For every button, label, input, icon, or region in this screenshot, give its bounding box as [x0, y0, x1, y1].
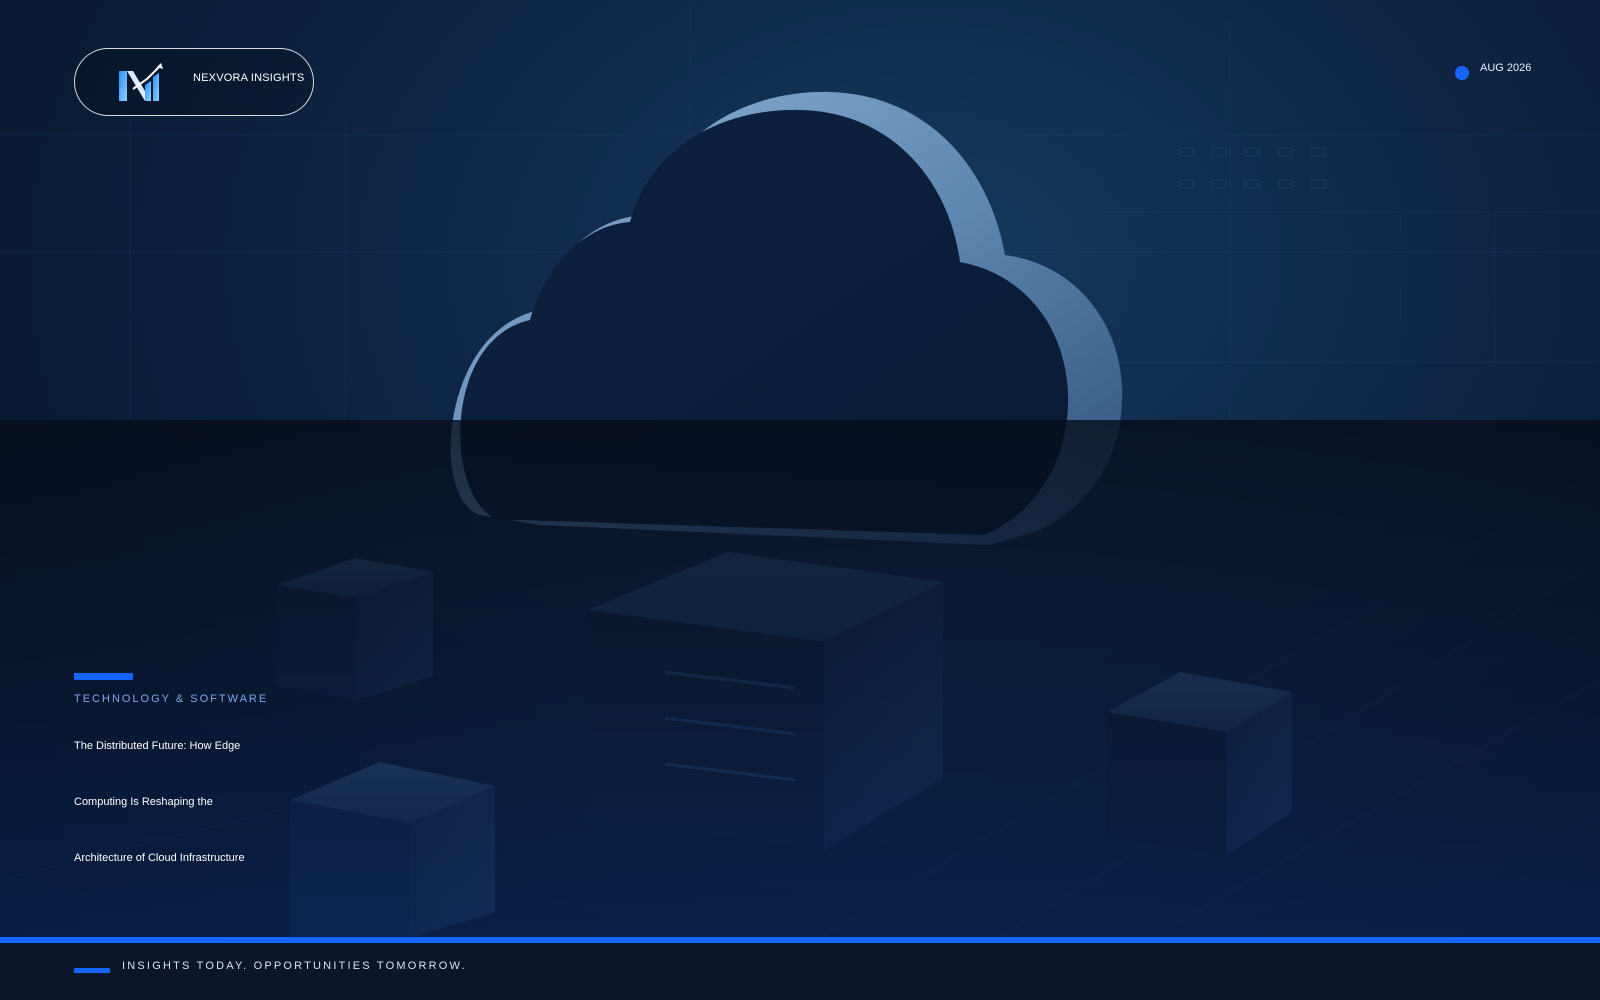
date-dot-icon [1455, 66, 1469, 80]
category-accent-bar [74, 673, 133, 680]
brand-name: NEXVORA INSIGHTS [193, 72, 305, 84]
footer-tagline: INSIGHTS TODAY. OPPORTUNITIES TOMORROW. [122, 960, 467, 972]
article-category: TECHNOLOGY & SOFTWARE [74, 693, 269, 705]
date-label: AUG 2026 [1480, 62, 1532, 74]
headline-line-2: Computing Is Reshaping the [74, 796, 213, 808]
footer-accent-mark [74, 968, 110, 973]
headline-line-3: Architecture of Cloud Infrastructure [74, 852, 245, 864]
footer: INSIGHTS TODAY. OPPORTUNITIES TOMORROW. [0, 943, 1600, 1000]
nexvora-n-growth-icon [119, 63, 163, 101]
headline-line-1: The Distributed Future: How Edge [74, 740, 241, 752]
brand-badge[interactable]: NEXVORA INSIGHTS [74, 48, 314, 116]
hero-banner [0, 0, 1600, 938]
